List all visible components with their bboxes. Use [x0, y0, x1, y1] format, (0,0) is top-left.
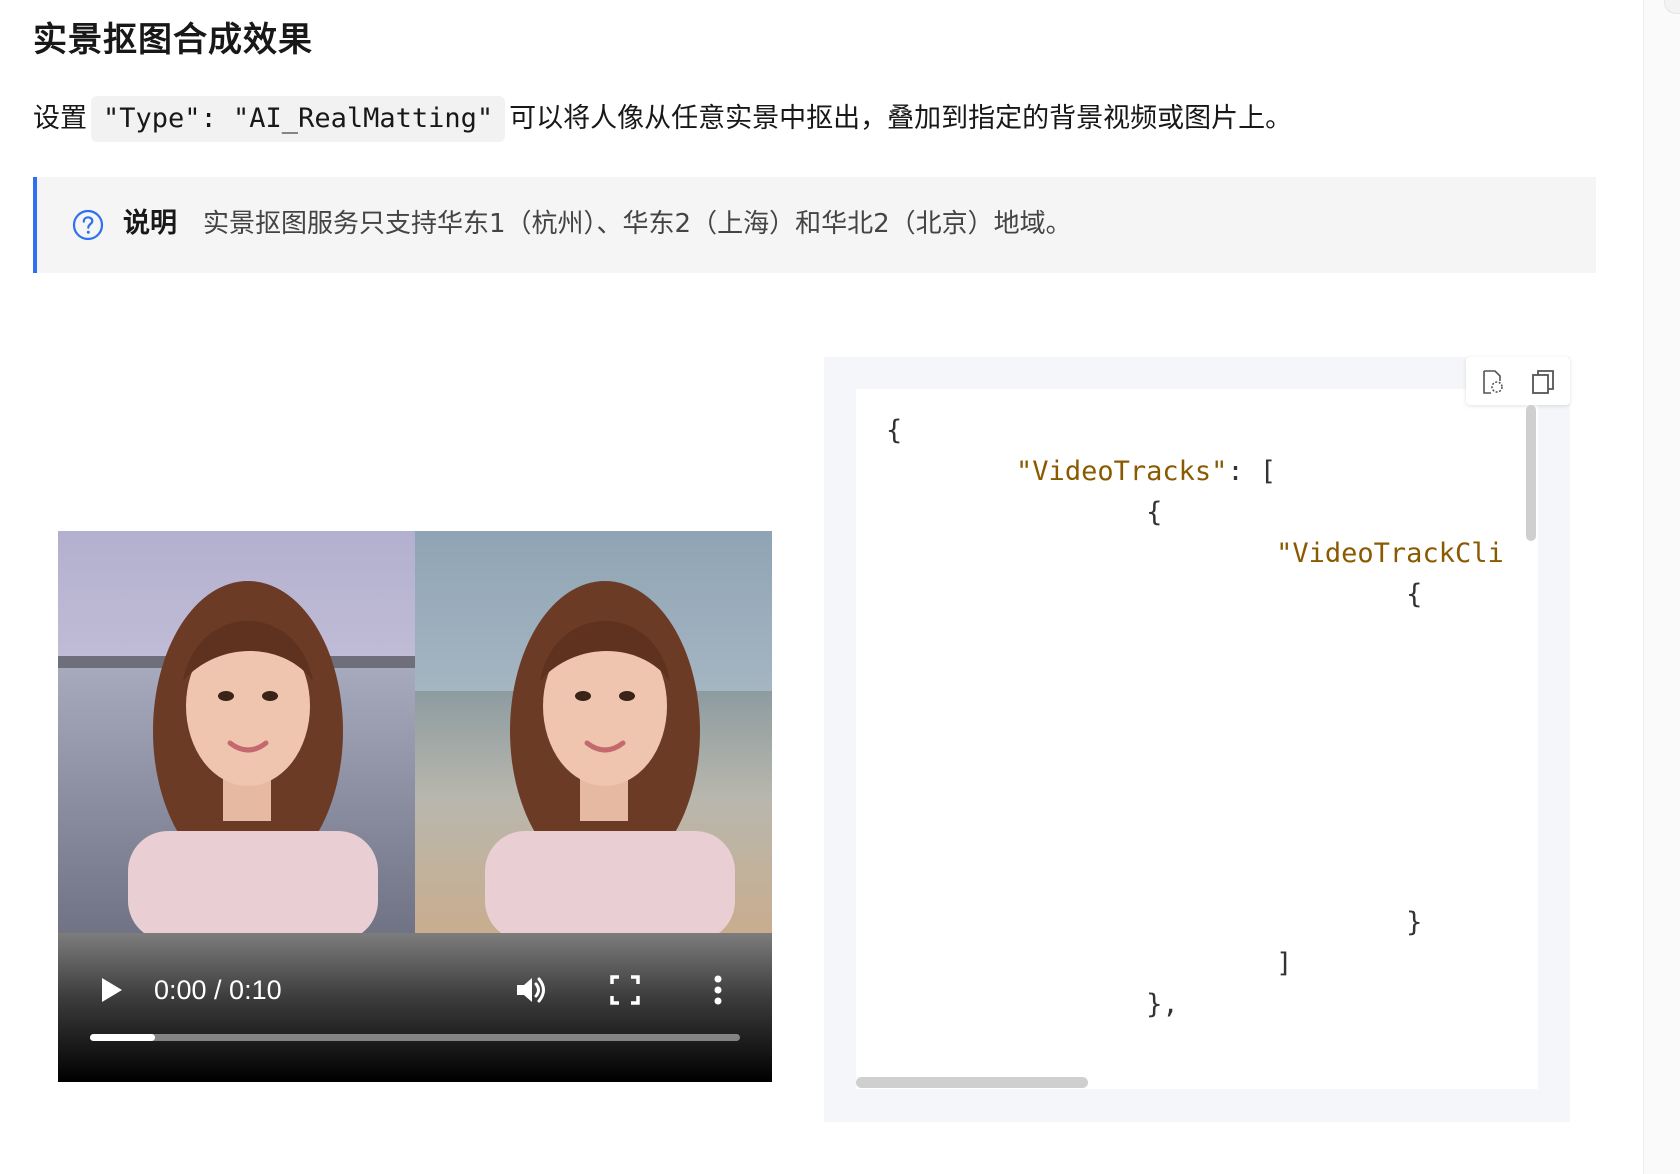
video-player[interactable]: 0:00 / 0:10	[58, 531, 772, 1082]
code-toolbar	[1466, 357, 1570, 405]
code-line: },	[886, 985, 1179, 1025]
code-token: }	[1406, 907, 1423, 938]
intro-text-before: 设置	[33, 103, 87, 134]
video-time: 0:00 / 0:10	[154, 975, 282, 1005]
intro-paragraph: 设置 "Type": "AI_RealMatting" 可以将人像从任意实景中抠出，…	[33, 96, 1292, 142]
code-line: }	[886, 903, 1422, 943]
video-progress-fill	[90, 1034, 155, 1041]
code-token: {	[1146, 497, 1163, 528]
doc-page: 实景抠图合成效果 设置 "Type": "AI_RealMatting" 可以将人像…	[0, 0, 1680, 1174]
copy-icon[interactable]	[1530, 369, 1556, 395]
video-controls: 0:00 / 0:10	[58, 933, 772, 1082]
code-line: "VideoTracks": [	[886, 452, 1276, 492]
section-title: 实景抠图合成效果	[33, 20, 313, 60]
video-frame	[58, 531, 772, 933]
video-progress-bar[interactable]	[90, 1034, 740, 1041]
code-token: : [	[1227, 456, 1277, 487]
code-vertical-scrollbar[interactable]	[1526, 405, 1536, 541]
code-line: {	[886, 575, 1422, 615]
fullscreen-icon[interactable]	[609, 973, 641, 1007]
question-circle-icon	[72, 209, 104, 241]
code-key: "VideoTrackCli	[1276, 538, 1504, 569]
code-content[interactable]: { "VideoTracks": [ { "VideoTrackCli { } …	[856, 389, 1538, 1089]
code-line: {	[886, 411, 902, 451]
code-line: {	[886, 493, 1162, 533]
right-sidebar-rail	[1643, 0, 1680, 1174]
code-token: ]	[1276, 948, 1293, 979]
more-options-icon[interactable]	[710, 973, 726, 1007]
code-token: {	[1406, 579, 1423, 610]
inline-code-type: "Type": "AI_RealMatting"	[91, 96, 506, 142]
note-label: 说明	[123, 208, 177, 239]
volume-icon[interactable]	[513, 972, 549, 1008]
code-token: {	[886, 415, 903, 446]
note-text: 实景抠图服务只支持华东1（杭州）、华东2（上海）和华北2（北京）地域。	[203, 209, 1072, 239]
code-token: },	[1146, 989, 1179, 1020]
code-line: ]	[886, 944, 1292, 984]
sidebar-toggle[interactable]	[1664, 0, 1680, 14]
note-callout: 说明 实景抠图服务只支持华东1（杭州）、华东2（上海）和华北2（北京）地域。	[33, 177, 1596, 273]
play-icon[interactable]	[94, 973, 128, 1007]
code-horizontal-scrollbar[interactable]	[856, 1077, 1088, 1088]
code-block: { "VideoTracks": [ { "VideoTrackCli { } …	[824, 357, 1570, 1122]
code-line: "VideoTrackCli	[886, 534, 1504, 574]
view-code-icon[interactable]	[1480, 369, 1506, 395]
code-key: "VideoTracks"	[1016, 456, 1228, 487]
intro-text-after: 可以将人像从任意实景中抠出，叠加到指定的背景视频或图片上。	[509, 103, 1293, 134]
